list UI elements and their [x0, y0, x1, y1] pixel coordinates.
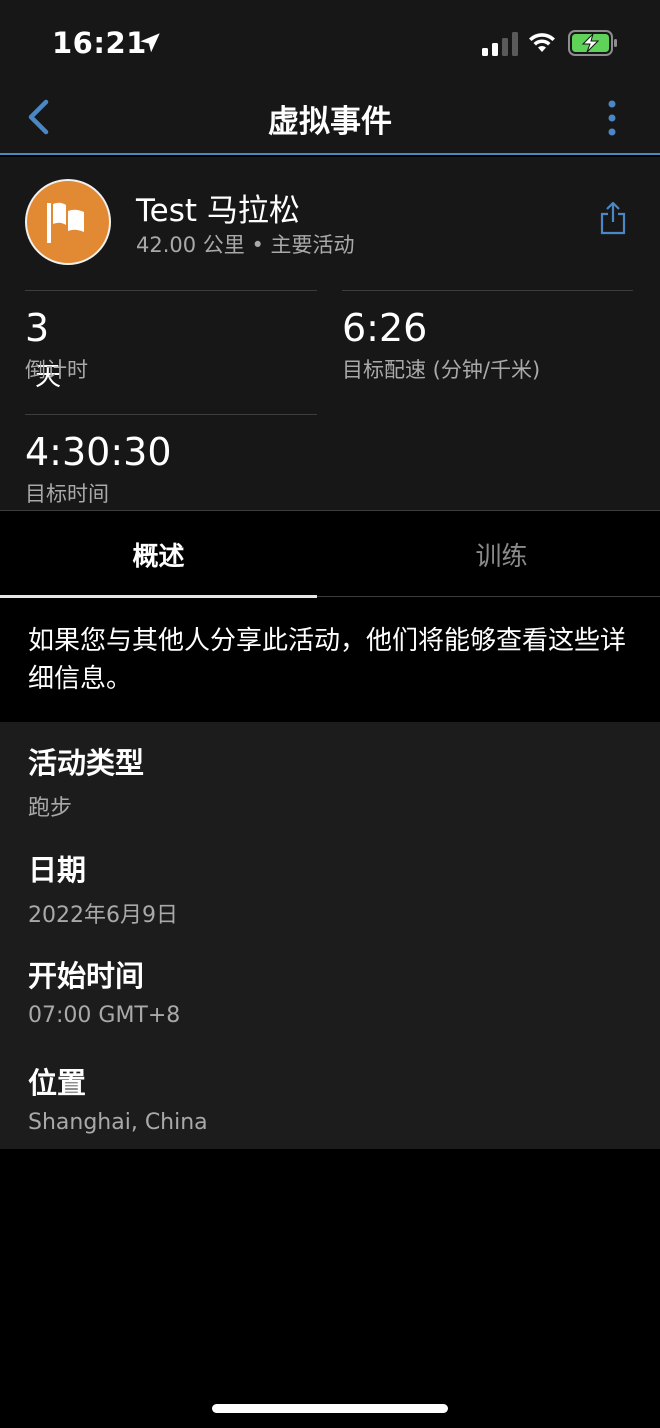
flag-icon: [47, 202, 84, 243]
detail-label: 活动类型: [28, 746, 145, 780]
location-arrow-icon: [140, 33, 160, 53]
event-name: Test 马拉松: [136, 193, 300, 229]
battery-charging-icon: [568, 30, 617, 56]
detail-activity-type: 活动类型 跑步: [28, 740, 144, 822]
more-options-icon[interactable]: [598, 96, 626, 140]
target-pace-label: 目标配速 (分钟/千米): [342, 358, 541, 382]
detail-value: 07:00 GMT+8: [28, 1003, 181, 1028]
share-notice: 如果您与其他人分享此活动，他们将能够查看这些详细信息。: [28, 626, 627, 694]
detail-label: 日期: [28, 853, 87, 887]
cellular-signal-icon: [482, 32, 518, 56]
detail-value: 2022年6月9日: [28, 903, 178, 928]
detail-start-time: 开始时间 07:00 GMT+8: [28, 953, 180, 1028]
target-pace-value: 6:26: [342, 306, 428, 350]
page-title: 虚拟事件: [268, 104, 392, 140]
nav-bar: 虚拟事件: [0, 88, 660, 155]
goal-time-label: 目标时间: [25, 482, 109, 506]
tab-training[interactable]: 训练: [343, 511, 660, 597]
event-subtitle: 42.00 公里 • 主要活动: [136, 233, 355, 257]
detail-label: 位置: [28, 1066, 87, 1100]
event-details: 活动类型 跑步 日期 2022年6月9日 开始时间 07:00 GMT+8 位置…: [0, 722, 660, 1149]
goal-time-value: 4:30:30: [25, 430, 172, 474]
detail-location: 位置 Shanghai, China: [28, 1060, 208, 1135]
share-icon[interactable]: [598, 201, 628, 235]
detail-label: 开始时间: [28, 959, 145, 993]
countdown-label: 倒计时: [25, 358, 88, 382]
detail-value: Shanghai, China: [28, 1110, 208, 1135]
event-avatar: [25, 179, 111, 265]
detail-date: 日期 2022年6月9日: [28, 847, 178, 929]
status-bar: 16:21: [0, 0, 660, 88]
detail-value: 跑步: [28, 796, 73, 821]
status-time: 16:21: [52, 26, 147, 60]
tab-bar: 概述 训练: [0, 510, 660, 598]
home-indicator[interactable]: [212, 1404, 448, 1413]
event-summary: Test 马拉松 42.00 公里 • 主要活动 3天 倒计时 6:26 目标配…: [0, 157, 660, 510]
wifi-icon: [529, 33, 555, 52]
tab-overview[interactable]: 概述: [0, 511, 317, 598]
